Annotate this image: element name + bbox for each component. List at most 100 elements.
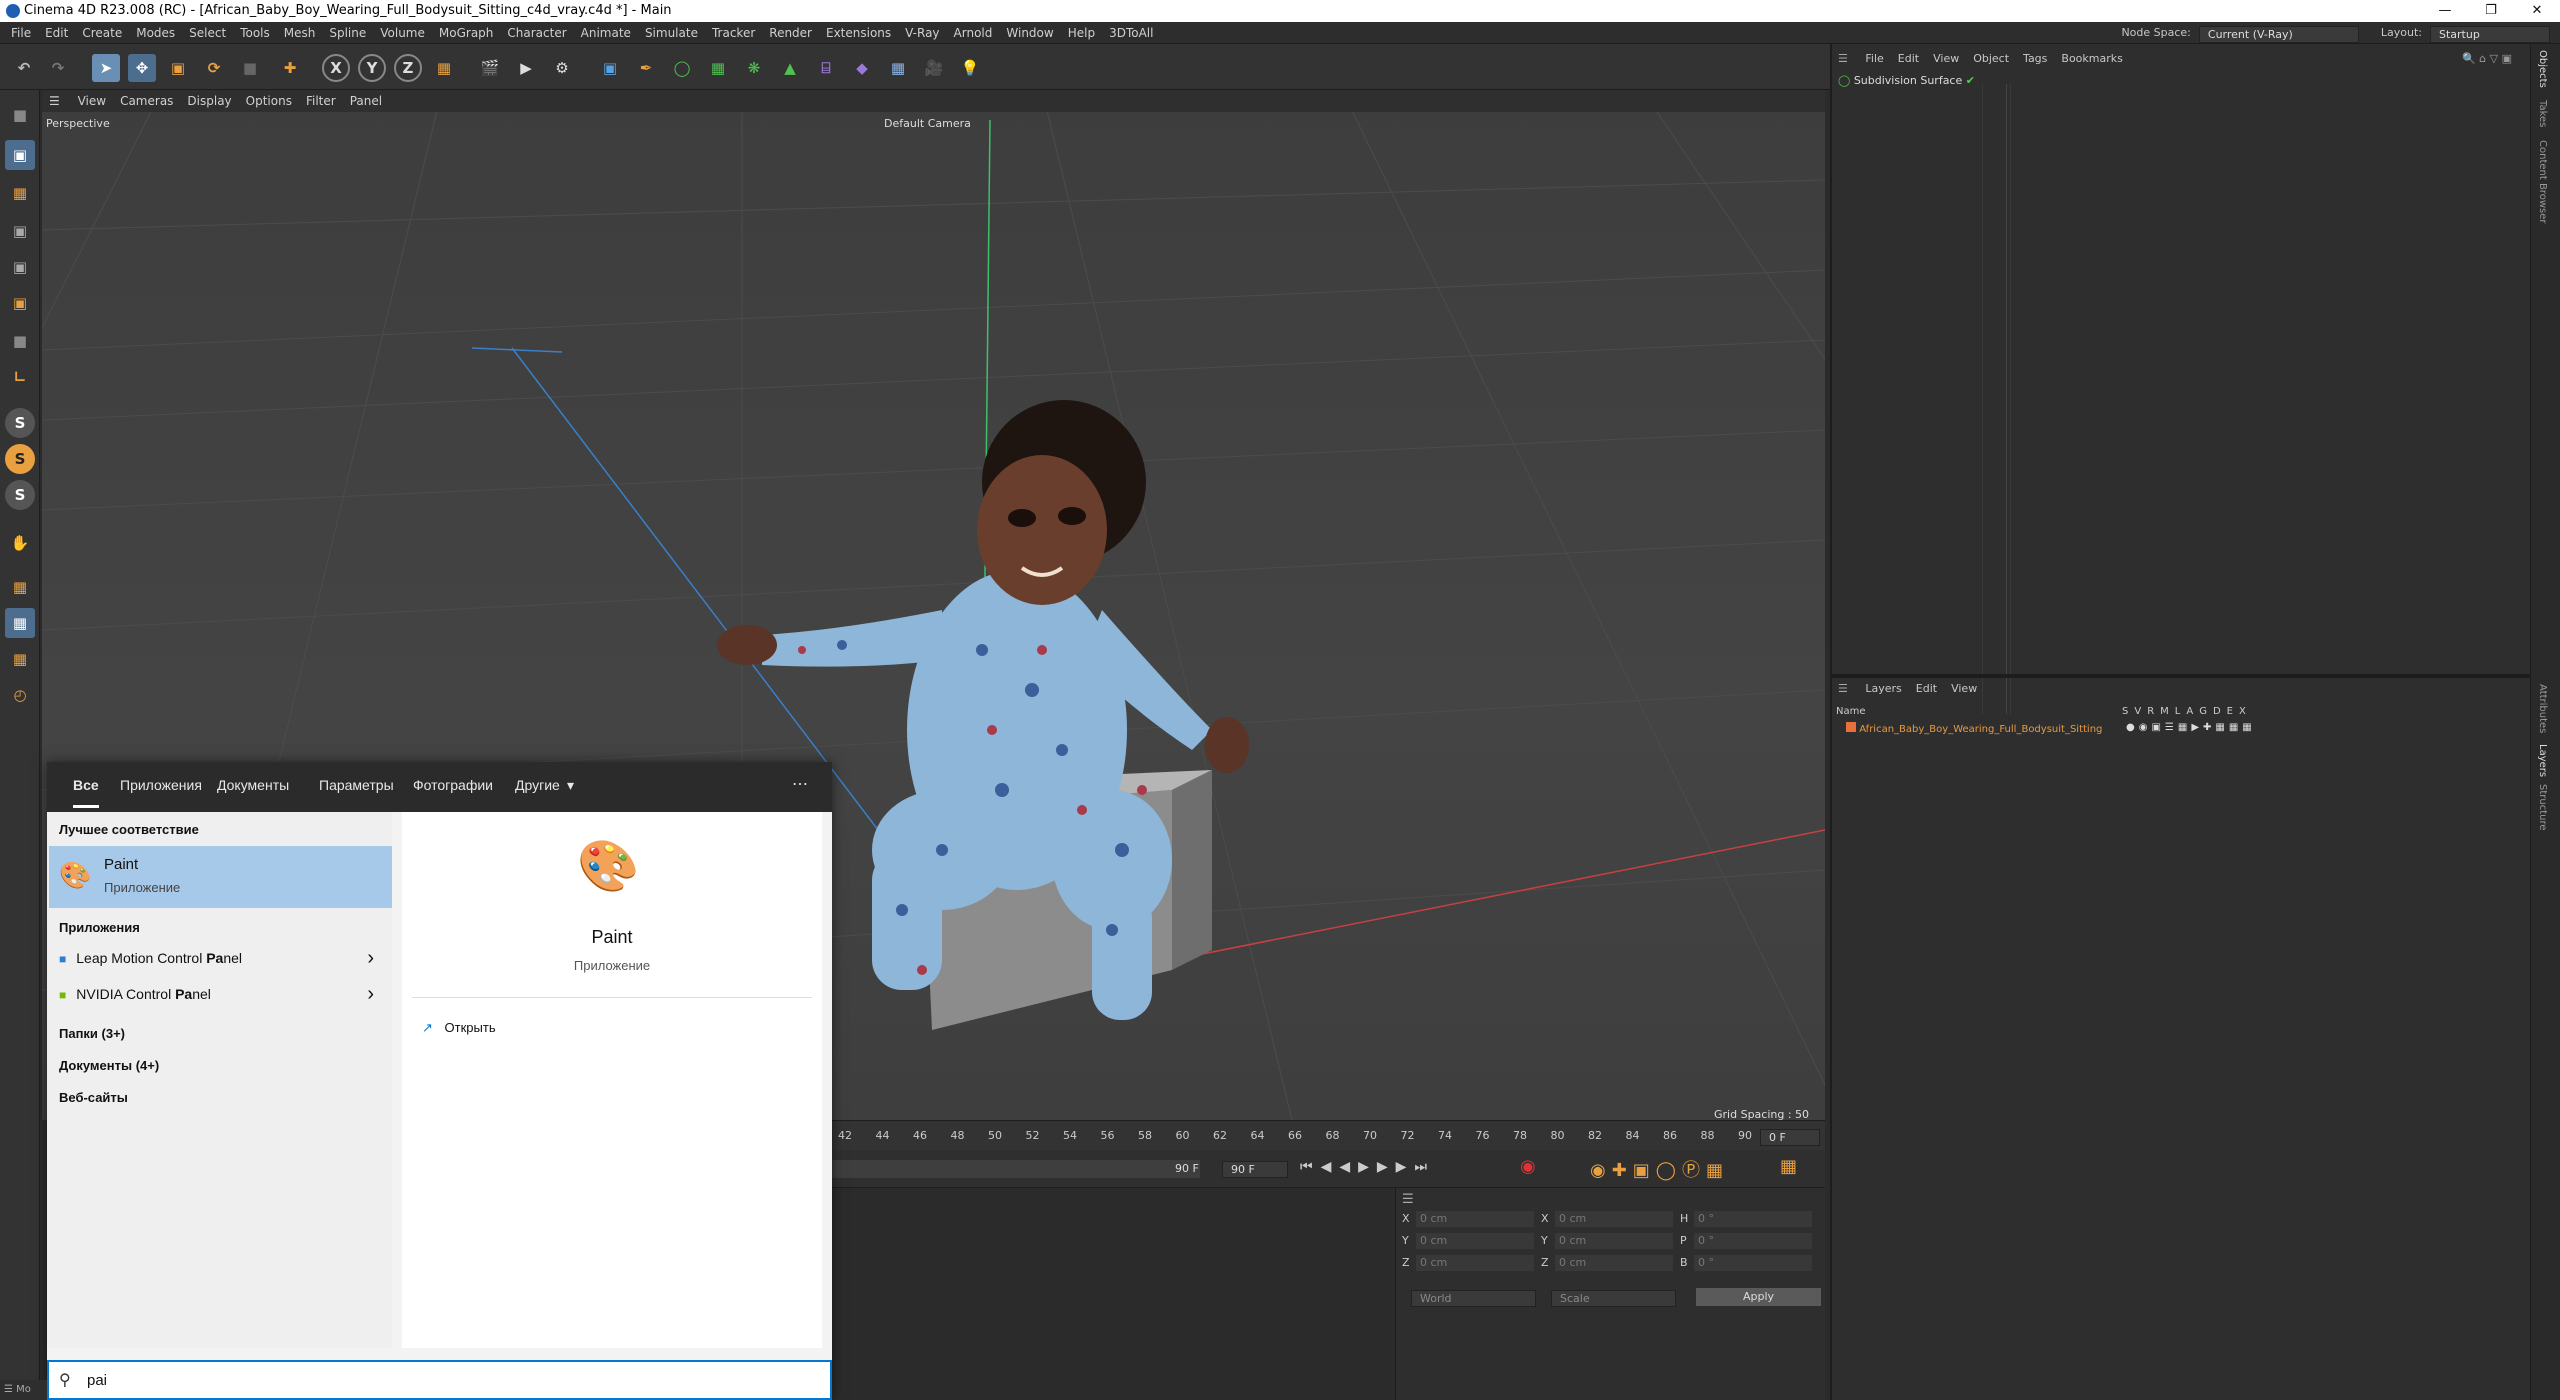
layer-row[interactable]: African_Baby_Boy_Wearing_Full_Bodysuit_S… (1836, 722, 2526, 738)
timeline-settings-icon[interactable]: ▦ (1780, 1156, 1797, 1177)
search-tab-0[interactable]: Все (73, 777, 99, 808)
menu-mesh[interactable]: Mesh (277, 22, 323, 44)
apply-button[interactable]: Apply (1696, 1288, 1821, 1306)
coord-value-field[interactable]: 0 cm (1555, 1211, 1673, 1227)
current-frame-field[interactable]: 0 F (1760, 1129, 1820, 1146)
scale-tool-icon[interactable]: ▣ (164, 54, 192, 82)
side-tab-structure[interactable]: Structure (2537, 784, 2548, 831)
menu-select[interactable]: Select (182, 22, 233, 44)
app-result-item[interactable]: ■ NVIDIA Control Panel › (47, 978, 392, 1010)
record-icon[interactable]: ◉ (1520, 1156, 1536, 1177)
menu-extensions[interactable]: Extensions (819, 22, 898, 44)
menu-help[interactable]: Help (1061, 22, 1102, 44)
y-axis-icon[interactable]: Y (358, 54, 386, 82)
viewport-menu-options[interactable]: Options (239, 90, 299, 112)
viewport-menu-filter[interactable]: Filter (299, 90, 343, 112)
field-icon[interactable]: ◆ (848, 54, 876, 82)
search-input[interactable]: ⚲ pai (47, 1360, 832, 1400)
snap-s-white-icon[interactable]: S (5, 480, 35, 510)
side-tab-layers[interactable]: Layers (2537, 744, 2548, 777)
menu-file[interactable]: File (4, 22, 38, 44)
search-group-1[interactable]: Документы (4+) (59, 1058, 159, 1073)
search-tab-5[interactable]: Другие (515, 777, 560, 793)
recent-tool-icon[interactable]: ■ (236, 54, 264, 82)
layers-menu-layers[interactable]: Layers (1865, 682, 1901, 695)
timeline-ruler[interactable]: 42 44 46 48 50 52 54 56 58 60 62 64 66 68 70 72 74 76 78 80… (830, 1120, 1825, 1150)
keyframe-tool-icons[interactable]: ◉✚▣◯Ⓟ▦ (1590, 1156, 1729, 1182)
coord-value-field[interactable]: 0 cm (1555, 1255, 1673, 1271)
camera-label[interactable]: Default Camera (884, 117, 971, 130)
side-tab-objects[interactable]: Objects (2537, 50, 2548, 88)
playback-controls[interactable]: ⏮◀◀▶▶▶⏭ (1300, 1159, 1435, 1175)
scale-dropdown[interactable]: Scale (1551, 1290, 1676, 1307)
search-tab-1[interactable]: Приложения (120, 777, 202, 793)
coord-value-field[interactable]: 0 ° (1694, 1233, 1812, 1249)
render-view-icon[interactable]: ▶ (512, 54, 540, 82)
objects-search-icons[interactable]: 🔍 ⌂ ▽ ▣ (2462, 52, 2512, 65)
polygons-mode-icon[interactable]: ▣ (5, 288, 35, 318)
objects-menu-view[interactable]: View (1933, 52, 1959, 65)
coord-value-field[interactable]: 0 cm (1555, 1233, 1673, 1249)
edges-mode-icon[interactable]: ▣ (5, 252, 35, 282)
objects-menu-file[interactable]: File (1865, 52, 1883, 65)
layer-flag-icons[interactable]: ●◉▣☰▦▶✚▦▦▦ (2126, 722, 2256, 733)
search-tab-2[interactable]: Документы (217, 777, 289, 793)
layout-dropdown[interactable]: Startup (2430, 25, 2550, 43)
menu-mograph[interactable]: MoGraph (432, 22, 501, 44)
search-query[interactable]: pai (87, 1372, 107, 1389)
paint-icon[interactable]: ▦ (5, 644, 35, 674)
camera-icon[interactable]: 🎥 (920, 54, 948, 82)
menu-render[interactable]: Render (762, 22, 819, 44)
workplane-icon[interactable]: ∟ (5, 362, 35, 392)
objects-menu-icon[interactable]: ☰ (1838, 52, 1848, 65)
viewport-menu-cameras[interactable]: Cameras (113, 90, 180, 112)
menu-window[interactable]: Window (999, 22, 1060, 44)
generator-icon[interactable]: ▦ (704, 54, 732, 82)
menu-arnold[interactable]: Arnold (947, 22, 1000, 44)
menu-spline[interactable]: Spline (322, 22, 373, 44)
mograph-icon[interactable]: ❋ (740, 54, 768, 82)
layer-color-swatch[interactable] (1846, 722, 1856, 732)
objects-menu-tags[interactable]: Tags (2023, 52, 2047, 65)
node-space-dropdown[interactable]: Current (V-Ray) (2198, 25, 2359, 43)
search-tab-4[interactable]: Фотографии (413, 777, 493, 793)
z-axis-icon[interactable]: Z (394, 54, 422, 82)
uv-mode-icon[interactable]: ■ (5, 326, 35, 356)
menu-animate[interactable]: Animate (574, 22, 638, 44)
texture-mode-icon[interactable]: ▦ (5, 178, 35, 208)
more-tabs-chevron-icon[interactable]: ▾ (567, 777, 574, 794)
coord-value-field[interactable]: 0 ° (1694, 1255, 1812, 1271)
search-group-0[interactable]: Папки (3+) (59, 1026, 125, 1041)
chevron-right-icon[interactable]: › (367, 978, 374, 1010)
pen-spline-icon[interactable]: ✒ (632, 54, 660, 82)
redo-icon[interactable]: ↷ (44, 54, 72, 82)
chevron-right-icon[interactable]: › (367, 942, 374, 974)
world-dropdown[interactable]: World (1411, 1290, 1536, 1307)
menu-volume[interactable]: Volume (373, 22, 432, 44)
more-options-icon[interactable]: ⋯ (792, 774, 808, 794)
move-tool-icon[interactable]: ✥ (128, 54, 156, 82)
subdivision-icon[interactable]: ◯ (668, 54, 696, 82)
layer-name[interactable]: African_Baby_Boy_Wearing_Full_Bodysuit_S… (1859, 724, 2102, 735)
snap-s-orange-icon[interactable]: S (5, 444, 35, 474)
sculpt-icon[interactable]: ✋ (5, 528, 35, 558)
object-check-icon[interactable]: ✔ (1966, 74, 1975, 87)
undo-icon[interactable]: ↶ (10, 54, 38, 82)
object-item-subdivision[interactable]: Subdivision Surface (1854, 74, 1962, 87)
menu-tracker[interactable]: Tracker (705, 22, 762, 44)
objects-menu-edit[interactable]: Edit (1898, 52, 1919, 65)
menu-edit[interactable]: Edit (38, 22, 75, 44)
deformer-icon[interactable]: ⌸ (812, 54, 840, 82)
floor-icon[interactable]: ▦ (884, 54, 912, 82)
viewport-menu-icon[interactable]: ☰ (42, 90, 67, 112)
viewport-menu-view[interactable]: View (71, 90, 113, 112)
coordinate-system-icon[interactable]: ▦ (430, 54, 458, 82)
search-group-2[interactable]: Веб-сайты (59, 1090, 128, 1105)
restore-button[interactable]: ❐ (2468, 0, 2514, 22)
open-action[interactable]: ↗ Открыть (422, 1020, 496, 1036)
objects-menu-object[interactable]: Object (1973, 52, 2009, 65)
layers-menu-icon[interactable]: ☰ (1838, 682, 1848, 695)
side-tab-attributes[interactable]: Attributes (2537, 684, 2548, 733)
world-axis-icon[interactable]: ✚ (276, 54, 304, 82)
side-tab-content-browser[interactable]: Content Browser (2537, 140, 2548, 223)
